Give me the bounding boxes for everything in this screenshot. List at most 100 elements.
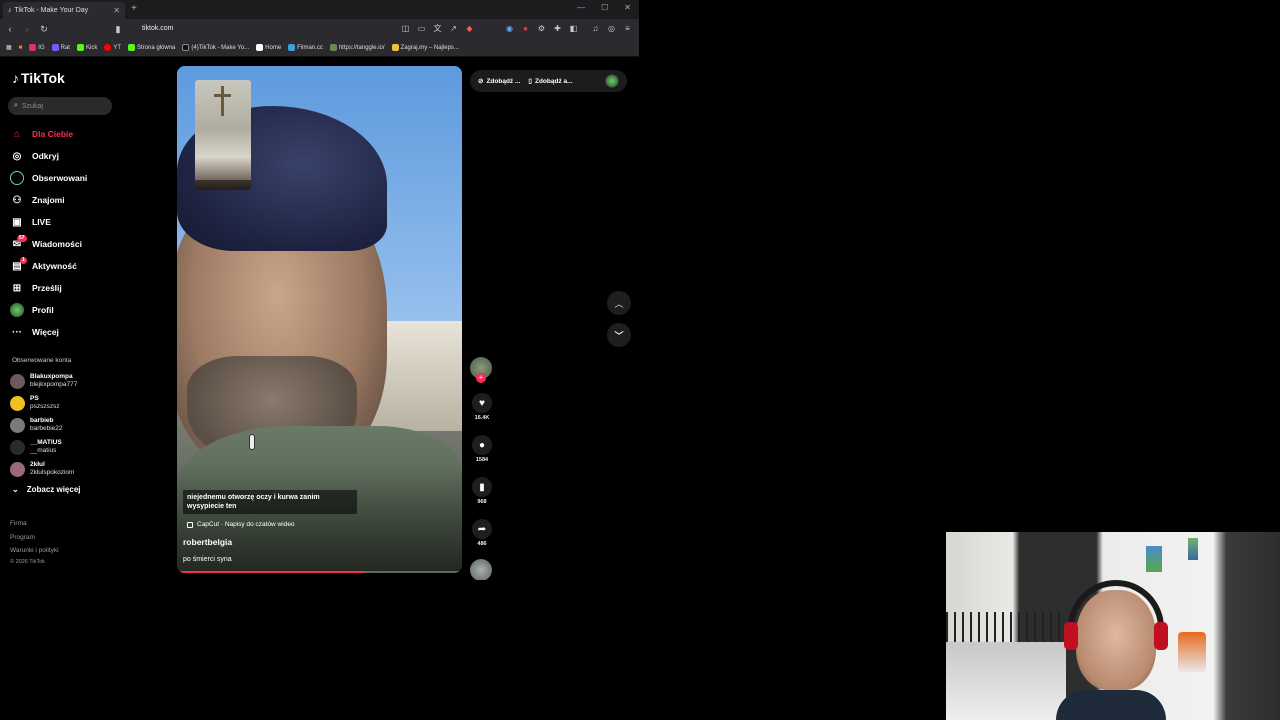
follow-plus-icon[interactable]: + — [476, 373, 486, 383]
forward-icon[interactable]: › — [20, 24, 34, 34]
tab-title: TikTok - Make Your Day — [14, 7, 89, 14]
share-button[interactable]: ➦ 486 — [470, 519, 494, 547]
bookmark-4[interactable]: Strona główna — [128, 44, 175, 51]
nav-upload[interactable]: ⊞ Prześlij — [10, 277, 87, 299]
music-icon[interactable]: ♫ — [590, 23, 601, 34]
save-button[interactable]: ▮ 968 — [470, 477, 494, 505]
footer-link[interactable]: Warunki i polityki — [10, 544, 59, 558]
reload-icon[interactable]: ↻ — [37, 24, 51, 35]
active-tab[interactable]: ♪ TikTok - Make Your Day ✕ — [3, 2, 125, 19]
minimize-icon[interactable]: — — [577, 3, 585, 12]
promo-pill-2[interactable]: ▯ Zdobądź a... — [528, 77, 572, 86]
nav-for-you[interactable]: ⌂ Dla Ciebie — [10, 123, 87, 145]
next-video-button[interactable]: ﹀ — [607, 323, 631, 347]
followed-account[interactable]: __MATIUS __matius — [10, 436, 77, 458]
nav-explore[interactable]: ◎ Odkryj — [10, 145, 87, 167]
bookmark-7[interactable]: Filman.cc — [288, 44, 323, 51]
close-tab-icon[interactable]: ✕ — [113, 6, 120, 15]
video-actions: + ♥ 16.4K ● 1584 ▮ 968 ➦ 486 — [470, 357, 494, 580]
apps-icon[interactable]: ▦ — [6, 44, 12, 51]
followed-account[interactable]: 2kłul 2klulspokoziom — [10, 458, 77, 480]
bookmark-3[interactable]: YT — [104, 44, 121, 51]
bookmark-9[interactable]: Zagraj.my – Najleps... — [391, 44, 459, 51]
nav-messages[interactable]: ✉ 57 Wiadomości — [10, 233, 87, 255]
video-author[interactable]: robertbelgia — [183, 537, 232, 547]
profile-icon — [10, 303, 24, 317]
avatar — [10, 461, 25, 477]
save-count: 968 — [477, 499, 487, 505]
close-window-icon[interactable]: ✕ — [624, 3, 631, 12]
capcut-link[interactable]: CapCut · Napisy do czatów wideo — [187, 521, 295, 528]
tiktok-favicon-icon: ♪ — [8, 7, 12, 14]
vpn-icon[interactable]: ◎ — [606, 23, 617, 34]
record-icon[interactable]: ● — [520, 23, 531, 34]
heart-icon: ♥ — [472, 393, 492, 413]
bookmark-1[interactable]: Rat — [51, 44, 70, 51]
browser-window: ♪ TikTok - Make Your Day ✕ + — ☐ ✕ ‹ › ↻… — [0, 0, 639, 580]
window-icon[interactable]: ◧ — [568, 23, 579, 34]
puzzle-icon[interactable]: ✚ — [552, 23, 563, 34]
followed-account[interactable]: Blakuxpompa blejkxpompa777 — [10, 370, 77, 392]
tiktok-logo[interactable]: ♪ TikTok — [12, 70, 65, 86]
back-icon[interactable]: ‹ — [3, 24, 17, 34]
audio-icon[interactable]: ◉ — [504, 23, 515, 34]
new-tab-button[interactable]: + — [131, 3, 137, 14]
followed-account[interactable]: barbieb barbebie22 — [10, 414, 77, 436]
url-field[interactable]: tiktok.com — [142, 25, 174, 32]
search-input[interactable]: ⌕ Szukaj — [8, 97, 112, 115]
home-icon: ⌂ — [13, 128, 21, 140]
bookmarks-bar: ▦ ■ IG Rat Kick YT Strona główna (4)TikT… — [0, 39, 639, 57]
shield-icon[interactable]: ◆ — [464, 23, 475, 34]
bookmark-folder-icon[interactable]: ■ — [19, 45, 23, 51]
capcut-icon — [187, 521, 193, 528]
nav-following[interactable]: Obserwowani — [10, 167, 87, 189]
bookmark-6[interactable]: Home — [256, 44, 281, 51]
video-player[interactable]: niejednemu otworzę oczy i kurwa zanim wy… — [177, 66, 462, 573]
nav-profile[interactable]: Profil — [10, 299, 87, 321]
chevron-up-icon: ︿ — [614, 298, 624, 309]
video-progress-bar[interactable] — [179, 571, 460, 573]
screen-icon[interactable]: ▭ — [416, 23, 427, 34]
footer-link[interactable]: Firma — [10, 517, 59, 531]
share-arrow-icon: ➦ — [472, 519, 492, 539]
address-bar: ‹ › ↻ ▮ tiktok.com ◫ ▭ 文 ↗ ◆ ◉ ● ⚙ ✚ ◧ ♫… — [0, 19, 639, 39]
nav-friends[interactable]: ⚇ Znajomi — [10, 189, 87, 211]
see-more-button[interactable]: ⌄ Zobacz więcej — [12, 485, 81, 494]
nav-more[interactable]: ··· Więcej — [10, 321, 87, 343]
picture-in-picture-video — [195, 80, 251, 190]
footer-link[interactable]: Program — [10, 531, 59, 545]
video-description: po śmierci syna — [183, 556, 232, 563]
video-caption: niejednemu otworzę oczy i kurwa zanim wy… — [183, 490, 357, 514]
bookmark-0[interactable]: IG — [29, 44, 45, 51]
copyright: © 2026 TikTok — [10, 558, 45, 565]
headset-icon — [1068, 580, 1164, 650]
creator-avatar[interactable]: + — [470, 357, 492, 383]
bookmark-8[interactable]: https://tanggle.io/ — [329, 44, 385, 51]
maximize-icon[interactable]: ☐ — [601, 3, 608, 12]
bookmark-2[interactable]: Kick — [76, 44, 97, 51]
bookmark-5[interactable]: (4)TikTok - Make Yo... — [182, 44, 249, 51]
promo-pill-1[interactable]: ⊘ Zdobądź ... — [478, 77, 520, 86]
nav-live[interactable]: ▣ LIVE — [10, 211, 87, 233]
chevron-down-icon: ⌄ — [12, 485, 19, 494]
translate-icon[interactable]: 文 — [432, 23, 443, 34]
share-icon[interactable]: ↗ — [448, 23, 459, 34]
search-icon: ⌕ — [14, 102, 18, 109]
followed-account[interactable]: PS pszszszsz — [10, 392, 77, 414]
microphone-icon — [249, 434, 255, 450]
sound-avatar[interactable] — [470, 559, 492, 580]
comment-icon: ● — [472, 435, 492, 455]
previous-video-button[interactable]: ︿ — [607, 291, 631, 315]
bookmark-icon[interactable]: ▮ — [111, 24, 125, 35]
reader-icon[interactable]: ◫ — [400, 23, 411, 34]
extension-icon[interactable]: ⚙ — [536, 23, 547, 34]
tiktok-page: ♪ TikTok ⌕ Szukaj ⌂ Dla Ciebie ◎ Odkryj … — [0, 57, 639, 580]
comment-button[interactable]: ● 1584 — [470, 435, 494, 463]
user-avatar[interactable] — [605, 74, 619, 88]
like-button[interactable]: ♥ 16.4K — [470, 393, 494, 421]
chevron-down-icon: ﹀ — [614, 330, 624, 341]
nav-activity[interactable]: ▤ 1 Aktywność — [10, 255, 87, 277]
avatar — [10, 439, 25, 455]
top-promo-pills: ⊘ Zdobądź ... ▯ Zdobądź a... — [470, 70, 627, 92]
menu-icon[interactable]: ≡ — [622, 23, 633, 34]
